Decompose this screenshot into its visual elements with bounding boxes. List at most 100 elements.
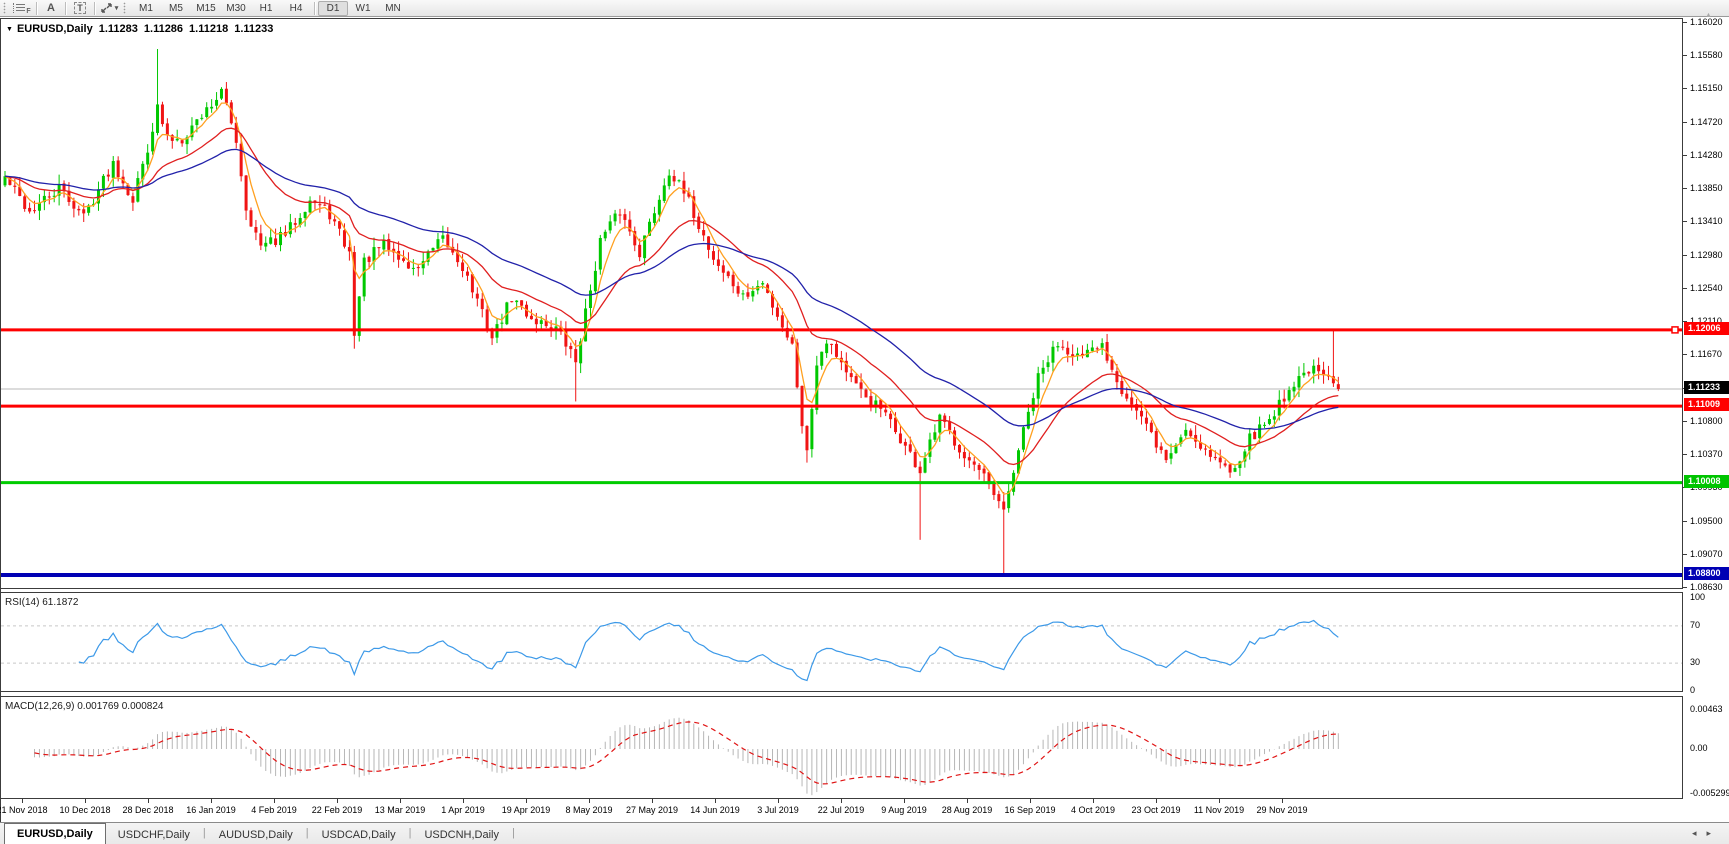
price-axis-label: 1.12980 — [1690, 249, 1723, 260]
date-axis-tick — [589, 799, 590, 803]
chart-tab-usdcad[interactable]: USDCAD,Daily — [310, 825, 408, 844]
price-axis-label: 1.08630 — [1690, 582, 1723, 592]
tab-scroll-left-icon[interactable]: ◂ — [1692, 828, 1707, 838]
timeframe-button-m1[interactable]: M1 — [131, 1, 161, 16]
date-axis-label: 16 Jan 2019 — [186, 805, 236, 815]
toolbar-grip[interactable] — [123, 2, 128, 14]
tab-scroll-arrows: ◂▸ — [1692, 828, 1721, 839]
date-axis-label: 9 Aug 2019 — [881, 805, 927, 815]
level-price-badge[interactable]: 1.12006 — [1684, 321, 1729, 335]
rsi-axis-label: 70 — [1690, 619, 1701, 630]
date-axis-label: 14 Jun 2019 — [690, 805, 740, 815]
tab-separator: | — [512, 827, 515, 839]
price-panel — [0, 18, 1683, 589]
price-axis-tick — [1683, 254, 1687, 256]
toolbar: F A T ▾ M1 M5 M15 M30 H1 H4 D1 W1 MN — [0, 0, 1729, 17]
price-axis-tick — [1683, 221, 1687, 223]
price-axis-label: 1.13850 — [1690, 183, 1723, 194]
date-axis-label: 1 Apr 2019 — [441, 805, 485, 815]
date-axis-label: 8 May 2019 — [565, 805, 613, 815]
macd-axis-label: 0.00 — [1690, 743, 1708, 753]
rsi-canvas — [1, 619, 1682, 682]
date-axis-tick — [22, 799, 23, 803]
price-axis-label: 1.11670 — [1690, 349, 1722, 360]
level-drag-handle[interactable] — [1671, 326, 1679, 334]
price-axis-label: 1.15580 — [1690, 50, 1723, 61]
price-axis-tick — [1683, 287, 1687, 289]
date-axis-label: 4 Feb 2019 — [251, 805, 297, 815]
level-price-badge[interactable]: 1.08800 — [1684, 567, 1729, 580]
rsi-axis-label: 0 — [1690, 685, 1696, 695]
date-axis-tick — [778, 799, 779, 803]
price-axis-label: 1.16020 — [1690, 17, 1723, 27]
toolbar-grip[interactable] — [3, 2, 8, 14]
price-chart-canvas — [1, 48, 1682, 578]
price-axis-tick — [1683, 121, 1687, 123]
chevron-down-icon: ▼ — [6, 26, 13, 33]
date-axis-label: 16 Sep 2019 — [1004, 805, 1056, 815]
rsi-label: RSI(14) 61.1872 — [5, 597, 79, 608]
timeframe-button-h1[interactable]: H1 — [251, 1, 281, 16]
chart-tab-eurusd[interactable]: EURUSD,Daily — [4, 823, 106, 844]
date-axis-tick — [526, 799, 527, 803]
macd-signal-line — [34, 721, 1339, 785]
toolbar-separator — [94, 1, 95, 15]
timeframe-button-d1[interactable]: D1 — [318, 0, 348, 16]
level-price-badge[interactable]: 1.11009 — [1684, 398, 1729, 412]
timeframe-button-w1[interactable]: W1 — [348, 1, 378, 16]
date-axis-tick — [463, 799, 464, 803]
timeframe-button-mn[interactable]: MN — [378, 1, 408, 16]
timeframe-button-m30[interactable]: M30 — [221, 1, 251, 16]
date-axis-tick — [148, 799, 149, 803]
toolbar-separator — [314, 1, 315, 15]
level-price-badge[interactable]: 1.10008 — [1684, 474, 1729, 488]
rsi-axis-label: 100 — [1690, 592, 1706, 602]
text-label-t-icon[interactable]: T — [69, 1, 91, 16]
date-axis-tick — [652, 799, 653, 803]
timeframe-button-h4[interactable]: H4 — [281, 1, 311, 16]
price-axis-tick — [1683, 354, 1687, 356]
text-a-icon[interactable]: A — [40, 1, 62, 16]
price-axis-label: 1.09500 — [1690, 515, 1723, 526]
moving-average-slow — [4, 148, 1339, 430]
tab-scroll-right-icon[interactable]: ▸ — [1706, 828, 1721, 838]
moving-average-medium — [4, 127, 1339, 466]
arrow-tools-icon[interactable]: ▾ — [98, 1, 120, 16]
timeframe-button-m5[interactable]: M5 — [161, 1, 191, 16]
chart-tab-usdchf[interactable]: USDCHF,Daily — [106, 825, 202, 844]
timeframe-group: M1 M5 M15 M30 H1 H4 D1 W1 MN — [131, 0, 408, 16]
date-axis-tick — [1219, 799, 1220, 803]
rsi-axis-label: 30 — [1690, 657, 1701, 668]
toolbar-separator — [65, 1, 66, 15]
date-axis-tick — [967, 799, 968, 803]
chevron-down-icon: ▾ — [114, 5, 119, 12]
macd-label: MACD(12,26,9) 0.001769 0.000824 — [5, 701, 164, 712]
date-axis-tick — [274, 799, 275, 803]
toolbar-separator — [36, 1, 37, 15]
price-axis-label: 1.13410 — [1690, 216, 1723, 227]
quote-high: 1.11286 — [143, 23, 184, 35]
date-axis-label: 19 Apr 2019 — [501, 805, 551, 815]
date-axis-tick — [211, 799, 212, 803]
macd-axis-label: 0.00463 — [1690, 704, 1723, 715]
date-axis-label: 10 Dec 2018 — [59, 805, 111, 815]
data-window-f-icon[interactable]: F — [11, 1, 33, 16]
date-axis-tick — [1093, 799, 1094, 803]
date-axis-label: 29 Nov 2019 — [1256, 805, 1308, 815]
current-price-badge[interactable]: 1.11233 — [1684, 380, 1729, 394]
date-axis-tick — [904, 799, 905, 803]
timeframe-button-m15[interactable]: M15 — [191, 1, 221, 16]
symbol-period-label: EURUSD,Daily — [16, 23, 93, 35]
date-axis-tick — [400, 799, 401, 803]
chart-tab-usdcnh[interactable]: USDCNH,Daily — [412, 825, 511, 844]
chart-title: ▼ EURUSD,Daily 1.11283 1.11286 1.11218 1.1123… — [6, 23, 273, 35]
date-axis-tick — [1282, 799, 1283, 803]
chart-tab-audusd[interactable]: AUDUSD,Daily — [207, 825, 305, 844]
macd-panel — [0, 696, 1683, 799]
date-axis-tick — [1030, 799, 1031, 803]
date-axis-label: 28 Aug 2019 — [941, 805, 993, 815]
price-axis-tick — [1683, 420, 1687, 422]
rsi-line — [78, 619, 1339, 682]
date-axis-tick — [841, 799, 842, 803]
date-axis-label: 22 Feb 2019 — [311, 805, 363, 815]
